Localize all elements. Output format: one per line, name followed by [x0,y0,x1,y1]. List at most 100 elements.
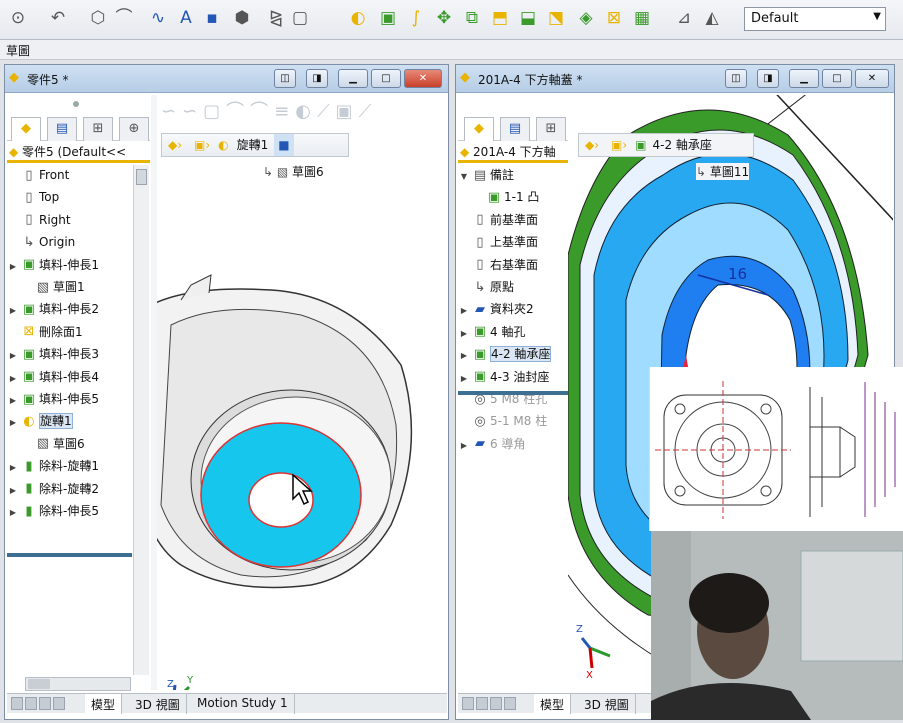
expand-arrow-icon[interactable]: ▶ [7,458,19,478]
tree-scrollbar[interactable] [133,165,149,675]
display-state-dropdown[interactable]: Default ▼ [744,7,886,31]
tree-item[interactable]: ▶ ▮ 除料-伸長5 [7,501,132,523]
tree-item[interactable]: ▣ 1-1 凸 [472,187,568,209]
boss-icon[interactable]: ⬒ [488,6,512,30]
revolve-icon[interactable]: ◐ [346,6,370,30]
tree-item[interactable]: ▶ ▣ 填料-伸長3 [7,344,132,366]
expand-arrow-icon[interactable]: ▶ [7,481,19,501]
nav-first-button[interactable] [11,697,23,710]
maximize-button[interactable]: □ [822,69,852,88]
tree-item[interactable]: ▯ Front [7,165,132,187]
tree-item[interactable]: ▶ ◐ 旋轉1 [7,411,132,433]
command-manager-tab[interactable]: 草圖 [0,40,903,60]
tree-item[interactable]: ▯ 右基準面 [458,255,568,277]
expand-arrow-icon[interactable]: ▶ [7,369,19,389]
tab-3d-view[interactable]: 3D 視圖 [129,694,187,714]
tree-item[interactable]: ▯ Top [7,187,132,209]
dimension-label[interactable]: 16 [728,265,747,283]
nav-last-button[interactable] [53,697,65,710]
expand-arrow-icon[interactable]: ▶ [7,503,19,523]
tree-item[interactable]: ▯ 前基準面 [458,210,568,232]
tree-item[interactable]: ▶ ▣ 4-3 油封座 [458,367,568,389]
pattern-icon[interactable]: ✥ [432,6,456,30]
body-icon[interactable]: ▣› [605,134,633,156]
tab-motion-study[interactable]: Motion Study 1 [191,694,295,714]
expand-arrow-icon[interactable]: ▶ [458,324,470,344]
expand-arrow-icon[interactable]: ▶ [7,301,19,321]
breadcrumb-sketch[interactable]: ↳ 草圖11 [696,163,750,180]
tree-item[interactable]: ▶ ▣ 填料-伸長4 [7,367,132,389]
nav-prev-button[interactable] [476,697,488,710]
tree-item[interactable]: ▧ 草圖6 [21,434,146,456]
model-revolve-part[interactable] [151,245,447,665]
minimize-button[interactable]: ▁ [338,69,368,88]
tab-model[interactable]: 模型 [85,694,123,714]
part-icon[interactable]: ◆› [579,134,605,156]
tab-property-manager[interactable]: ▤ [47,117,77,141]
select-arrow-icon[interactable]: ⊙ [6,6,30,30]
polygon-icon[interactable]: ⬡ [86,6,110,30]
spline-icon[interactable]: ∿ [146,6,170,30]
expand-arrow-icon[interactable]: ▶ [7,346,19,366]
cut-icon[interactable]: ⬓ [516,6,540,30]
tree-item[interactable]: ▶ ▮ 除料-旋轉1 [7,456,132,478]
tree-item[interactable]: ⊠ 刪除面1 [7,322,132,344]
minimize-button[interactable]: ▁ [789,69,819,88]
breadcrumb-feature[interactable]: 旋轉1 [231,134,275,156]
tree-item[interactable]: ▯ 上基準面 [458,232,568,254]
graphics-viewport[interactable]: ∽∽▢⌒⌒≡◐⟋▣⟋ ◆›▣›◐旋轉1■ ↳ ▧ 草圖6 YXZ [151,95,447,690]
tree-item[interactable]: ▶ ▣ 填料-伸長1 [7,255,132,277]
tab-property-manager[interactable]: ▤ [500,117,530,141]
hscroll-thumb[interactable] [28,679,50,689]
mirror-icon[interactable]: ⧎ [264,6,288,30]
tree-item[interactable]: ▶ ▣ 填料-伸長5 [7,389,132,411]
appearance-icon[interactable]: ◭ [700,6,724,30]
body-icon[interactable]: ▣› [188,134,216,156]
breadcrumb[interactable]: ◆› ▣› ◐ 旋轉1 ■ [161,133,349,157]
point-icon[interactable]: ▪ [200,6,224,30]
expand-arrow-icon[interactable]: ▶ [458,301,470,321]
sketch-arc-icon[interactable]: ↶ [46,6,70,30]
measure-icon[interactable]: ⊿ [672,6,696,30]
view-cube-icon[interactable]: ⬢ [230,6,254,30]
text-icon[interactable]: A [174,6,198,30]
tree-item[interactable]: ▯ Right [7,210,132,232]
tile-right-button[interactable]: ◨ [306,69,328,88]
nav-next-button[interactable] [39,697,51,710]
nav-prev-button[interactable] [25,697,37,710]
tab-model[interactable]: 模型 [534,694,572,714]
expand-arrow-icon[interactable]: ▶ [458,436,470,456]
fillet-sketch-icon[interactable]: ⌒ [112,6,136,30]
tree-item[interactable]: ▼ ▤ 備註 [458,165,568,187]
wrap-icon[interactable]: ▦ [630,6,654,30]
tab-configuration-manager[interactable]: ⊞ [536,117,566,141]
scroll-thumb[interactable] [136,169,147,185]
tile-right-button[interactable]: ◨ [757,69,779,88]
tile-left-button[interactable]: ◫ [274,69,296,88]
expand-arrow-icon[interactable]: ▼ [458,167,470,187]
breadcrumb-sketch[interactable]: ↳ ▧ 草圖6 [263,163,324,180]
expand-arrow-icon[interactable]: ▶ [458,346,470,366]
nav-next-button[interactable] [490,697,502,710]
nav-first-button[interactable] [462,697,474,710]
face-icon[interactable]: ■ [274,134,294,156]
nav-last-button[interactable] [504,697,516,710]
tab-dimxpert-manager[interactable]: ⊕ [119,117,149,141]
tree-item[interactable]: ▶ ▣ 填料-伸長2 [7,299,132,321]
part-icon[interactable]: ◆› [162,134,188,156]
expand-arrow-icon[interactable]: ▶ [7,391,19,411]
tree-item[interactable]: ▶ ▰ 資料夾2 [458,299,568,321]
expand-arrow-icon[interactable]: ▶ [458,369,470,389]
expand-arrow-icon[interactable]: ▶ [7,413,19,433]
tree-item[interactable]: ▶ ▣ 4 軸孔 [458,322,568,344]
close-button[interactable]: ✕ [404,69,442,88]
tree-root[interactable]: ◆ 201A-4 下方軸 [458,143,568,163]
tab-3d-view[interactable]: 3D 視圖 [578,694,636,714]
tree-item[interactable]: ▶ ▣ 4-2 軸承座 [458,344,568,366]
extrude-icon[interactable]: ▣ [376,6,400,30]
tree-item[interactable]: ▶ ▮ 除料-旋轉2 [7,479,132,501]
sweep-icon[interactable]: ∫ [404,6,428,30]
shell-icon[interactable]: ◈ [574,6,598,30]
breadcrumb-feature[interactable]: 4-2 軸承座 [649,134,716,156]
tree-item[interactable]: ▶ ▰ 6 導角 [458,434,568,456]
